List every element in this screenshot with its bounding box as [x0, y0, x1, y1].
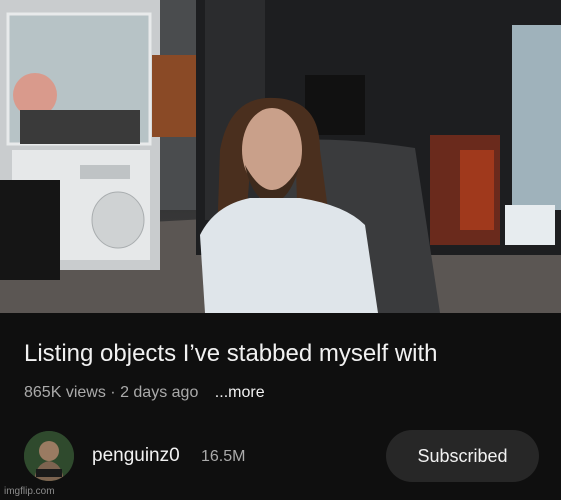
upload-age: 2 days ago: [120, 384, 199, 401]
video-frame: [0, 0, 561, 313]
subscriber-count: 16.5M: [201, 448, 246, 465]
avatar-image: [24, 431, 74, 481]
channel-row: penguinz0 16.5M Subscribed: [24, 428, 539, 482]
video-metadata[interactable]: 865K views · 2 days ago ...more: [24, 382, 265, 404]
meta-separator: ·: [110, 384, 116, 401]
channel-name[interactable]: penguinz0: [92, 444, 180, 468]
watermark-text: imgflip.com: [4, 486, 55, 497]
channel-avatar[interactable]: [24, 431, 74, 481]
video-player[interactable]: [0, 0, 561, 313]
more-link[interactable]: ...more: [215, 384, 265, 401]
view-count: 865K views: [24, 384, 106, 401]
video-title: Listing objects I’ve stabbed myself with: [24, 340, 438, 367]
subscribed-button[interactable]: Subscribed: [386, 430, 539, 482]
